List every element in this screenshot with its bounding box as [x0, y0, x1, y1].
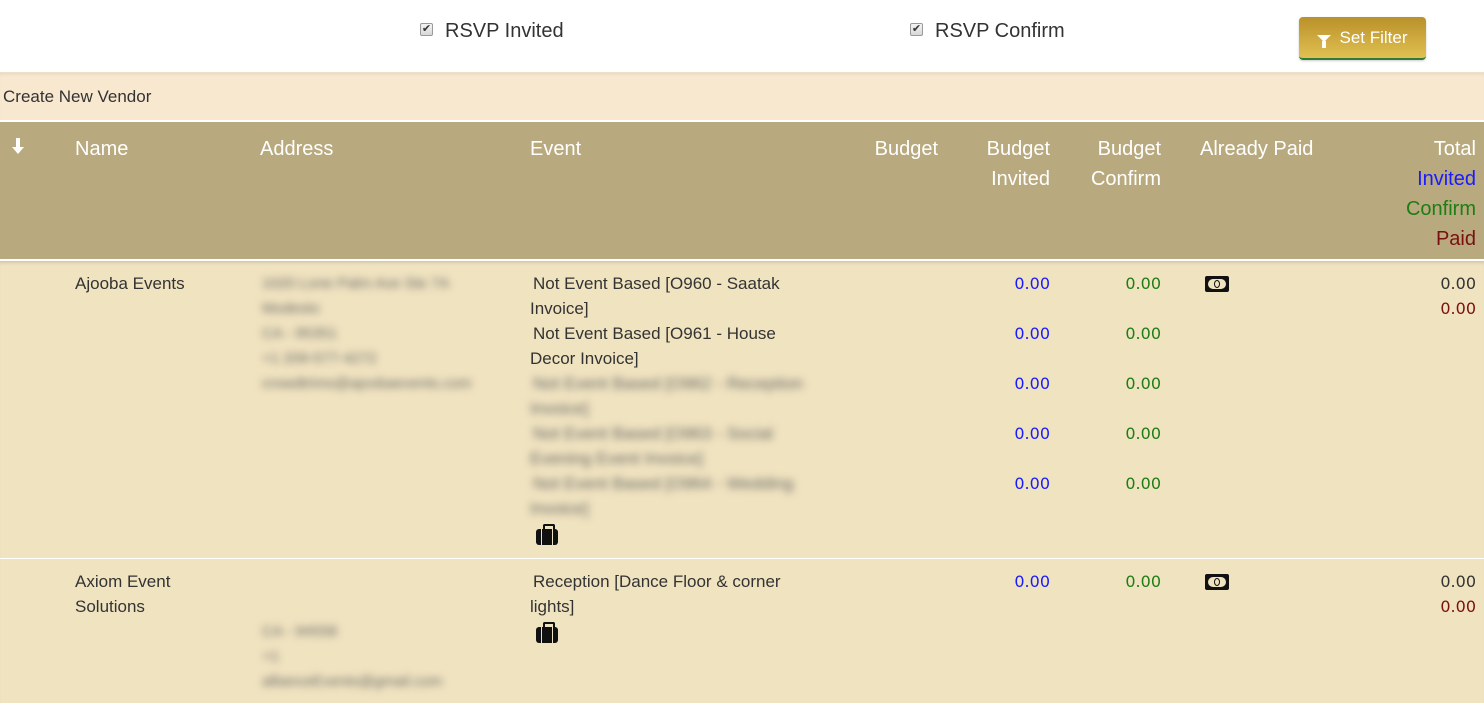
header-budget-confirm-line2: Confirm: [1090, 168, 1161, 190]
event-item-blurred[interactable]: Not Event Based [O964 - Wedding Invoice]: [530, 471, 820, 521]
arrow-down-icon[interactable]: [8, 136, 28, 156]
table-body: Ajooba Events 1020 Lone Palm Ave Ste 7A …: [0, 261, 1484, 703]
address-line: Modesto: [262, 300, 320, 317]
budget-invited-value: 0.00: [1014, 572, 1050, 591]
rsvp-confirm-checkbox[interactable]: ✔ RSVP Confirm: [910, 20, 1065, 43]
total-paid-value: 0.00: [1440, 597, 1476, 616]
address-line: CA - 95351: [262, 325, 338, 342]
budget-confirm-value: 0.00: [1125, 374, 1161, 393]
header-total-paid: Paid: [1435, 228, 1476, 250]
header-total-confirm: Confirm: [1405, 198, 1476, 220]
event-item-blurred[interactable]: Not Event Based [O963 - Social Evening Ev…: [530, 421, 820, 471]
budget-confirm-value: 0.00: [1125, 424, 1161, 443]
money-bill-icon[interactable]: [1205, 276, 1229, 292]
header-budget[interactable]: Budget: [838, 134, 938, 164]
create-vendor-bar: Create New Vendor: [0, 72, 1484, 120]
filter-bar: ✔ RSVP Invited ✔ RSVP Confirm Set Filter: [0, 0, 1484, 72]
header-event[interactable]: Event: [530, 134, 581, 164]
set-filter-button[interactable]: Set Filter: [1299, 17, 1426, 60]
event-item-blurred[interactable]: Not Event Based [O962 - Reception Invoice…: [530, 371, 820, 421]
address-line: 1020 Lone Palm Ave Ste 7A: [262, 275, 450, 292]
rsvp-confirm-label: RSVP Confirm: [935, 20, 1065, 42]
header-budget-invited-line1: Budget: [986, 138, 1050, 160]
filter-funnel-icon: [1317, 35, 1332, 48]
vendor-name-line: Axiom Event: [75, 572, 171, 591]
vendor-name-line: Solutions: [75, 597, 145, 616]
vendor-name: Ajooba Events: [75, 274, 185, 293]
checkbox-checked-icon[interactable]: ✔: [420, 23, 433, 36]
budget-confirm-value: 0.00: [1125, 324, 1161, 343]
event-list: Not Event Based [O960 - Saatak Invoice] N…: [530, 271, 820, 521]
briefcase-icon[interactable]: [536, 622, 558, 643]
table-row: Axiom Event Solutions CA - 94558 +1 alli…: [0, 559, 1484, 703]
vendor-address: 1020 Lone Palm Ave Ste 7A Modesto CA - 9…: [262, 271, 471, 396]
rsvp-invited-checkbox[interactable]: ✔ RSVP Invited: [420, 20, 564, 43]
address-line: allianceEvents@gmail.com: [262, 673, 443, 690]
total-paid-value: 0.00: [1440, 299, 1476, 318]
money-bill-icon[interactable]: [1205, 574, 1229, 590]
header-total-line: Total: [1433, 138, 1476, 160]
budget-invited-value: 0.00: [1014, 274, 1050, 293]
total-value: 0.00: [1440, 274, 1476, 293]
budget-invited-value: 0.00: [1014, 324, 1050, 343]
header-budget-invited[interactable]: Budget Invited: [950, 134, 1050, 194]
table-header: Name Address Event Budget Budget Invited…: [0, 120, 1484, 261]
budget-confirm-value: 0.00: [1125, 474, 1161, 493]
budget-invited-value: 0.00: [1014, 474, 1050, 493]
header-already-paid[interactable]: Already Paid: [1200, 134, 1313, 164]
header-budget-invited-line2: Invited: [991, 168, 1050, 190]
header-total-invited: Invited: [1417, 168, 1476, 190]
event-item[interactable]: Not Event Based [O961 - House Decor Invoi…: [530, 321, 820, 371]
vendor-table: Name Address Event Budget Budget Invited…: [0, 120, 1484, 703]
address-line: +1: [262, 648, 280, 665]
table-row: Ajooba Events 1020 Lone Palm Ave Ste 7A …: [0, 261, 1484, 559]
briefcase-icon[interactable]: [536, 524, 558, 545]
header-total[interactable]: Total Invited Confirm Paid: [1350, 134, 1476, 254]
header-budget-confirm[interactable]: Budget Confirm: [1061, 134, 1161, 194]
event-list: Reception [Dance Floor & corner lights]: [530, 569, 820, 619]
set-filter-label: Set Filter: [1339, 27, 1408, 47]
address-line: CA - 94558: [262, 623, 338, 640]
budget-confirm-value: 0.00: [1125, 572, 1161, 591]
create-new-vendor-link[interactable]: Create New Vendor: [3, 87, 151, 107]
checkbox-checked-icon[interactable]: ✔: [910, 23, 923, 36]
address-line: crowdtrims@ajoobaevents.com: [262, 375, 472, 392]
total-value: 0.00: [1440, 572, 1476, 591]
budget-invited-value: 0.00: [1014, 374, 1050, 393]
header-address[interactable]: Address: [260, 134, 333, 164]
header-budget-confirm-line1: Budget: [1097, 138, 1161, 160]
address-line: +1 209-577-4272: [262, 350, 377, 367]
rsvp-invited-label: RSVP Invited: [445, 20, 564, 42]
vendor-name: Axiom Event Solutions: [75, 569, 170, 619]
event-item[interactable]: Reception [Dance Floor & corner lights]: [530, 569, 820, 619]
event-item[interactable]: Not Event Based [O960 - Saatak Invoice]: [530, 271, 820, 321]
budget-invited-value: 0.00: [1014, 424, 1050, 443]
budget-confirm-value: 0.00: [1125, 274, 1161, 293]
vendor-address: CA - 94558 +1 allianceEvents@gmail.com: [262, 619, 442, 694]
header-name[interactable]: Name: [75, 134, 128, 164]
